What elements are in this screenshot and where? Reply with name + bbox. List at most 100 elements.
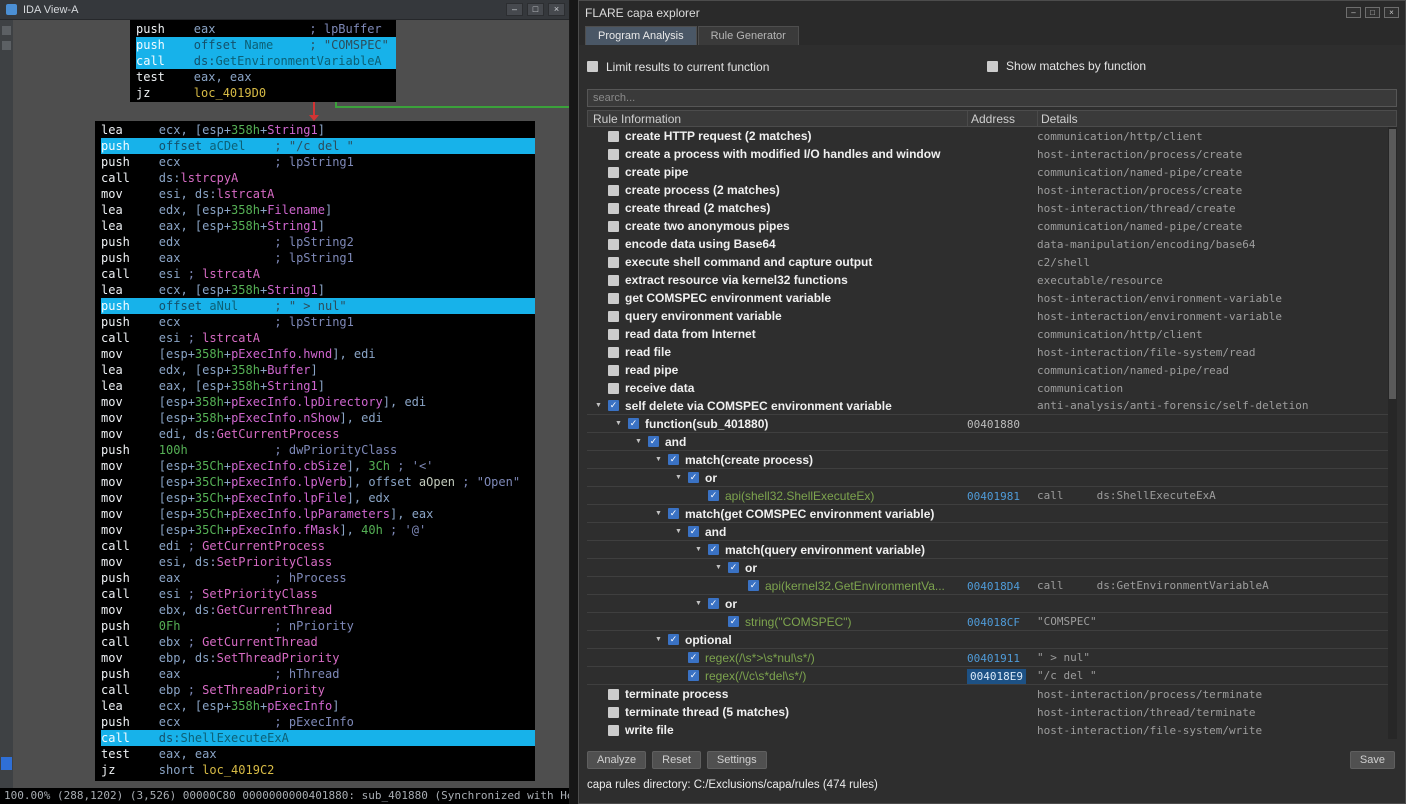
rule-row[interactable]: ✓ regex(/\s*>\s*nul\s*/) 00401911 " > nul" (587, 649, 1397, 667)
show-matches-checkbox[interactable]: Show matches by function (987, 59, 1146, 73)
collapse-arrow-icon[interactable]: ▼ (695, 600, 708, 607)
rule-row[interactable]: ✓ regex(/\/c\s*del\s*/) 004018E9 "/c del " (587, 667, 1397, 685)
asm-line[interactable]: mov edi, ds:GetCurrentProcess (101, 426, 535, 442)
asm-line[interactable]: mov [esp+358h+pExecInfo.lpDirectory], ed… (101, 394, 535, 410)
rule-row[interactable]: ▼ ✓ or (587, 469, 1397, 487)
rule-row[interactable]: encode data using Base64 data-manipulatio… (587, 235, 1397, 253)
rule-row[interactable]: get COMSPEC environment variable host-int… (587, 289, 1397, 307)
asm-line[interactable]: lea edx, [esp+358h+Filename] (101, 202, 535, 218)
rule-checkbox[interactable]: ✓ (668, 508, 679, 519)
rule-row[interactable]: write file host-interaction/file-system/w… (587, 721, 1397, 739)
asm-line[interactable]: push ecx ; lpString1 (101, 154, 535, 170)
rule-checkbox[interactable] (608, 706, 619, 718)
rule-row[interactable]: ▼ ✓ or (587, 559, 1397, 577)
collapse-arrow-icon[interactable]: ▼ (655, 510, 668, 517)
asm-line-highlighted[interactable]: call ds:GetEnvironmentVariableA (136, 53, 396, 69)
close-button[interactable]: × (1384, 7, 1399, 18)
asm-line-highlighted[interactable]: push offset aNul ; " > nul" (101, 298, 535, 314)
tab-program-analysis[interactable]: Program Analysis (585, 26, 697, 45)
graph-overview-icon[interactable] (1, 757, 12, 770)
asm-line[interactable]: mov [esp+358h+pExecInfo.hwnd], edi (101, 346, 535, 362)
basic-block-top[interactable]: push eax ; lpBuffer push offset Name ; "C… (130, 20, 396, 102)
rule-row[interactable]: ▼ ✓ and (587, 523, 1397, 541)
asm-line[interactable]: push 100h ; dwPriorityClass (101, 442, 535, 458)
rule-row[interactable]: create two anonymous pipes communication/… (587, 217, 1397, 235)
table-header[interactable]: Rule Information Address Details (587, 110, 1397, 127)
rule-row[interactable]: extract resource via kernel32 functions e… (587, 271, 1397, 289)
rule-checkbox[interactable] (608, 328, 619, 340)
scrollbar[interactable] (1388, 127, 1397, 739)
capa-titlebar[interactable]: FLARE capa explorer – □ × (579, 1, 1405, 24)
rule-checkbox[interactable]: ✓ (688, 652, 699, 663)
rule-checkbox[interactable] (608, 148, 619, 160)
rule-row[interactable]: create HTTP request (2 matches) communica… (587, 127, 1397, 145)
asm-line-highlighted[interactable]: push offset aCDel ; "/c del " (101, 138, 535, 154)
rule-checkbox[interactable] (608, 166, 619, 178)
rule-row[interactable]: ✓ api(shell32.ShellExecuteEx) 00401981 call… (587, 487, 1397, 505)
asm-line[interactable]: call esi ; lstrcatA (101, 330, 535, 346)
rule-row[interactable]: ▼ ✓ match(query environment variable) (587, 541, 1397, 559)
rule-checkbox[interactable] (608, 130, 619, 142)
tab-rule-generator[interactable]: Rule Generator (697, 26, 799, 45)
reset-button[interactable]: Reset (652, 751, 701, 769)
asm-line[interactable]: mov [esp+35Ch+pExecInfo.fMask], 40h ; '@… (101, 522, 535, 538)
rule-checkbox[interactable]: ✓ (708, 544, 719, 555)
asm-line[interactable]: call edi ; GetCurrentProcess (101, 538, 535, 554)
rule-checkbox[interactable]: ✓ (748, 580, 759, 591)
rule-checkbox[interactable] (608, 184, 619, 196)
rule-row[interactable]: ▼ ✓ function(sub_401880) 00401880 (587, 415, 1397, 433)
save-button[interactable]: Save (1349, 751, 1395, 769)
graph-view-canvas[interactable]: push eax ; lpBuffer push offset Name ; "C… (13, 20, 569, 788)
rule-checkbox[interactable] (608, 274, 619, 286)
rule-row[interactable]: read data from Internet communication/htt… (587, 325, 1397, 343)
asm-line[interactable]: push ecx ; lpString1 (101, 314, 535, 330)
rule-row[interactable]: ▼ ✓ match(get COMSPEC environment variable… (587, 505, 1397, 523)
asm-line[interactable]: mov [esp+35Ch+pExecInfo.lpVerb], offset … (101, 474, 535, 490)
basic-block-main[interactable]: lea ecx, [esp+358h+String1] push offset a… (95, 121, 535, 781)
rule-checkbox[interactable] (608, 220, 619, 232)
rule-checkbox[interactable] (608, 382, 619, 394)
asm-line[interactable]: call esi ; lstrcatA (101, 266, 535, 282)
asm-line[interactable]: test eax, eax (136, 69, 396, 85)
asm-line[interactable]: push eax ; lpString1 (101, 250, 535, 266)
rule-checkbox[interactable]: ✓ (668, 634, 679, 645)
asm-line[interactable]: push eax ; lpBuffer (136, 21, 396, 37)
asm-line[interactable]: lea eax, [esp+358h+String1] (101, 378, 535, 394)
rule-checkbox[interactable]: ✓ (688, 670, 699, 681)
collapse-arrow-icon[interactable]: ▼ (635, 438, 648, 445)
minimize-button[interactable]: – (1346, 7, 1361, 18)
asm-line-highlighted[interactable]: call ds:ShellExecuteExA (101, 730, 535, 746)
column-header-rule-information[interactable]: Rule Information (588, 111, 968, 126)
rule-checkbox[interactable]: ✓ (688, 472, 699, 483)
asm-line[interactable]: mov ebx, ds:GetCurrentThread (101, 602, 535, 618)
rule-checkbox[interactable] (608, 688, 619, 700)
rule-row[interactable]: ▼ ✓ self delete via COMSPEC environment va… (587, 397, 1397, 415)
asm-line-highlighted[interactable]: push offset Name ; "COMSPEC" (136, 37, 396, 53)
rule-checkbox[interactable] (608, 202, 619, 214)
analyze-button[interactable]: Analyze (587, 751, 647, 769)
rule-checkbox[interactable] (608, 310, 619, 322)
collapse-arrow-icon[interactable]: ▼ (655, 456, 668, 463)
collapse-arrow-icon[interactable]: ▼ (595, 402, 608, 409)
asm-line[interactable]: call ebx ; GetCurrentThread (101, 634, 535, 650)
rule-checkbox[interactable]: ✓ (688, 526, 699, 537)
maximize-button[interactable]: □ (527, 3, 544, 16)
toolbar-icon[interactable] (2, 41, 11, 50)
rule-row[interactable]: query environment variable host-interacti… (587, 307, 1397, 325)
rule-checkbox[interactable] (608, 292, 619, 304)
rule-row[interactable]: read pipe communication/named-pipe/read (587, 361, 1397, 379)
rule-row[interactable]: ▼ ✓ optional (587, 631, 1397, 649)
toolbar-icon[interactable] (2, 26, 11, 35)
column-header-address[interactable]: Address (968, 111, 1038, 126)
asm-line[interactable]: push ecx ; pExecInfo (101, 714, 535, 730)
asm-line[interactable]: test eax, eax (101, 746, 535, 762)
rule-row[interactable]: create process (2 matches) host-interacti… (587, 181, 1397, 199)
collapse-arrow-icon[interactable]: ▼ (675, 528, 688, 535)
asm-line[interactable]: push eax ; hThread (101, 666, 535, 682)
asm-line[interactable]: jz loc_4019D0 (136, 85, 396, 101)
rule-row[interactable]: ✓ string("COMSPEC") 004018CF "COMSPEC" (587, 613, 1397, 631)
asm-line[interactable]: lea eax, [esp+358h+String1] (101, 218, 535, 234)
checkbox-icon[interactable] (587, 61, 598, 72)
asm-line[interactable]: push edx ; lpString2 (101, 234, 535, 250)
column-header-details[interactable]: Details (1038, 111, 1396, 126)
